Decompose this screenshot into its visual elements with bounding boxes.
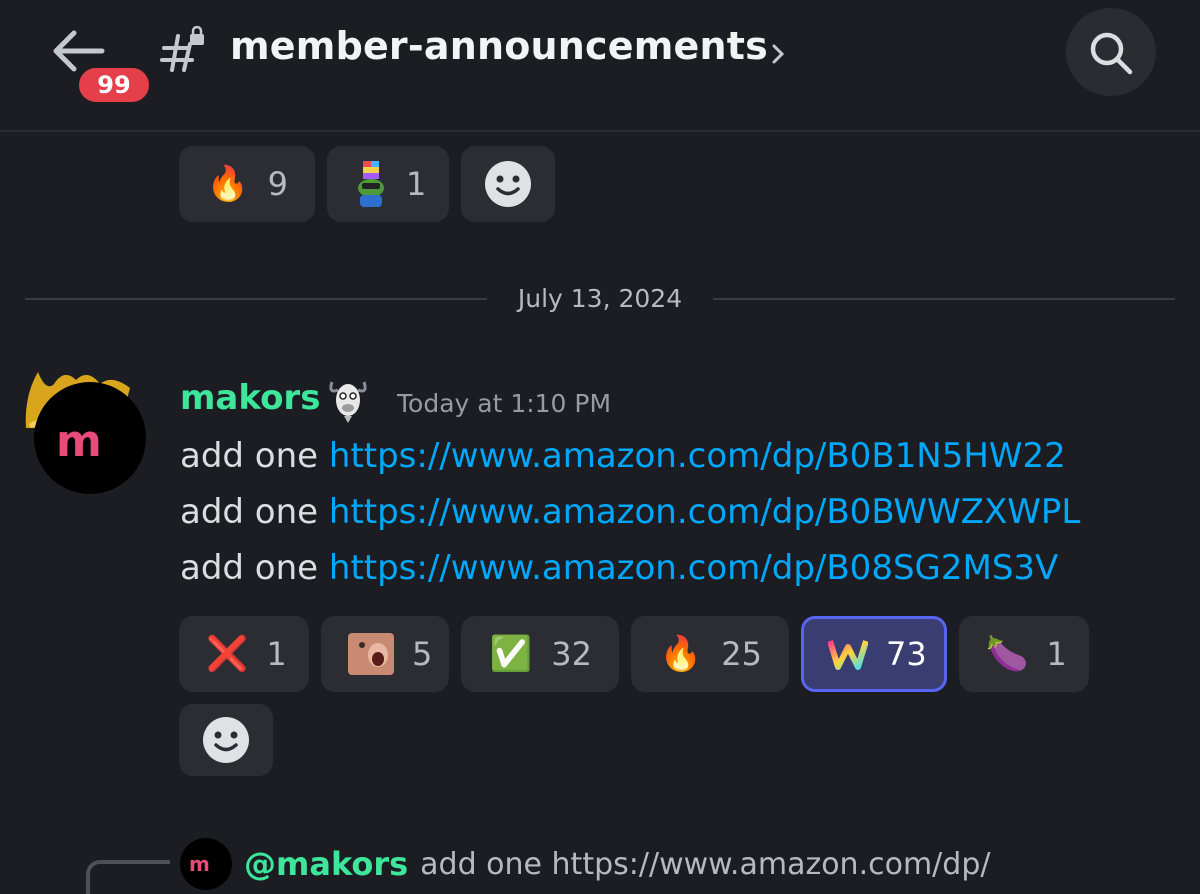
message-author[interactable]: makors <box>180 378 320 418</box>
chevron-right-icon[interactable] <box>770 42 786 66</box>
reaction-custom-face[interactable]: 5 <box>321 616 449 692</box>
reaction-fire[interactable]: 🔥 25 <box>631 616 789 692</box>
fire-emoji: 🔥 <box>659 634 702 674</box>
reaction-count: 25 <box>721 635 762 673</box>
reaction-count: 5 <box>412 635 433 673</box>
reaction-count: 1 <box>406 165 427 203</box>
previous-message-reactions: 🔥 9 1 <box>179 146 555 222</box>
goat-badge-icon <box>329 381 367 423</box>
message-line: add one https://www.amazon.com/dp/B0B1N5… <box>180 436 1066 476</box>
add-reaction-button[interactable] <box>461 146 555 222</box>
reply-preview[interactable]: m @makors add one https://www.amazon.com… <box>180 838 990 890</box>
message-line: add one https://www.amazon.com/dp/B0BWWZ… <box>180 492 1081 532</box>
reaction-custom-w[interactable]: 73 <box>801 616 947 692</box>
reply-mention[interactable]: @makors <box>244 845 408 883</box>
add-reaction-button[interactable] <box>179 704 273 776</box>
date-divider: July 13, 2024 <box>517 284 683 313</box>
message-reactions: ❌ 1 5 ✅ 32 🔥 25 73 🍆 1 <box>179 616 1089 692</box>
w-logo-emoji-icon <box>828 631 868 677</box>
reaction-count: 1 <box>266 635 287 673</box>
message-line: add one https://www.amazon.com/dp/B08SG2… <box>180 548 1059 588</box>
smiley-add-icon <box>485 161 531 207</box>
reaction-eggplant[interactable]: 🍆 1 <box>959 616 1089 692</box>
reaction-check-mark[interactable]: ✅ 32 <box>461 616 619 692</box>
cross-mark-emoji: ❌ <box>206 634 249 674</box>
reaction-count: 1 <box>1046 635 1067 673</box>
date-divider-line-right <box>713 298 1175 300</box>
reply-text: add one https://www.amazon.com/dp/ <box>420 846 991 882</box>
date-divider-line-left <box>25 298 487 300</box>
fire-emoji: 🔥 <box>206 164 249 204</box>
unread-badge: 99 <box>75 64 153 106</box>
message-reactions-row-2 <box>179 704 273 776</box>
search-button[interactable] <box>1066 8 1156 96</box>
message-timestamp: Today at 1:10 PM <box>397 389 612 418</box>
channel-title[interactable]: member-announcements <box>230 24 768 68</box>
reaction-cross-mark[interactable]: ❌ 1 <box>179 616 309 692</box>
check-mark-emoji: ✅ <box>489 634 532 674</box>
custom-face-emoji-icon <box>348 631 394 677</box>
pepe-emoji-icon <box>354 161 388 207</box>
reaction-custom-pepe[interactable]: 1 <box>327 146 449 222</box>
reaction-count: 9 <box>267 165 288 203</box>
channel-header: 99 member-announcements <box>0 0 1200 132</box>
reaction-fire[interactable]: 🔥 9 <box>179 146 315 222</box>
message-link[interactable]: https://www.amazon.com/dp/B0B1N5HW22 <box>329 436 1066 476</box>
author-avatar[interactable]: m <box>34 382 146 494</box>
message-link[interactable]: https://www.amazon.com/dp/B08SG2MS3V <box>329 548 1058 588</box>
locked-hash-icon <box>160 26 204 72</box>
reaction-count: 32 <box>551 635 592 673</box>
reply-avatar: m <box>180 838 232 890</box>
reply-connector <box>86 860 170 894</box>
smiley-add-icon <box>203 717 249 763</box>
search-icon <box>1090 32 1133 75</box>
message-link[interactable]: https://www.amazon.com/dp/B0BWWZXWPL <box>329 492 1080 532</box>
reaction-count: 73 <box>886 635 927 673</box>
eggplant-emoji: 🍆 <box>986 634 1029 674</box>
